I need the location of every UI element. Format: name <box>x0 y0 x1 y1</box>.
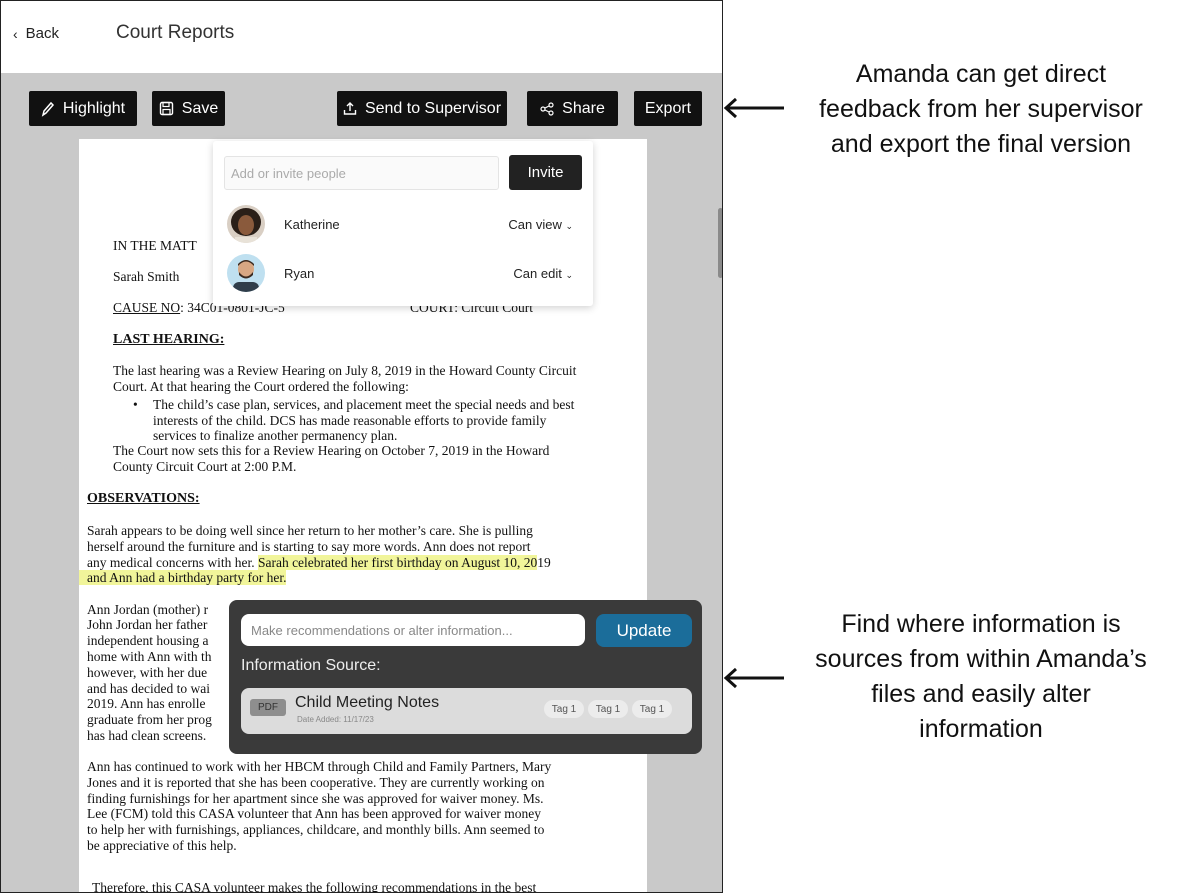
chevron-left-icon: ‹ <box>13 25 18 42</box>
save-icon <box>159 101 173 116</box>
annotation-bottom-line-4: information <box>919 715 1043 743</box>
annotation-bottom-line-3: files and easily alter <box>871 680 1091 708</box>
doc-ann-line-5: however, with her due <box>87 665 208 680</box>
tag-chip[interactable]: Tag 1 <box>544 700 584 718</box>
doc-bullet-line-1: The child’s case plan, services, and pla… <box>153 397 575 412</box>
permission-label: Can view <box>508 217 562 232</box>
share-label: Share <box>562 99 605 117</box>
back-button[interactable]: ‹ Back <box>13 25 59 42</box>
share-icon <box>540 101 554 116</box>
doc-ann-line-7: 2019. Ann has enrolle <box>87 696 206 711</box>
annotation-top: Amanda can get direct feedback from her … <box>785 57 1177 162</box>
highlight-button[interactable]: Highlight <box>29 91 137 126</box>
person-name: Katherine <box>284 217 340 232</box>
send-to-supervisor-button[interactable]: Send to Supervisor <box>337 91 507 126</box>
recommendation-input[interactable]: Make recommendations or alter informatio… <box>241 614 585 646</box>
doc-hbcm-line-2: Jones and it is reported that she has be… <box>87 775 545 790</box>
doc-obs-line-2: herself around the furniture and is star… <box>87 539 531 554</box>
doc-last-hearing-line-2: Court. At that hearing the Court ordered… <box>113 379 409 394</box>
export-button[interactable]: Export <box>634 91 702 126</box>
source-file-card[interactable]: PDF Child Meeting Notes Date Added: 11/1… <box>241 688 692 734</box>
permission-dropdown[interactable]: Can edit ⌄ <box>513 266 573 281</box>
share-popup: Add or invite people Invite Katherine Ca… <box>213 141 593 306</box>
export-label: Export <box>644 99 692 117</box>
annotation-bottom-line-1: Find where information is <box>841 610 1121 638</box>
send-label: Send to Supervisor <box>364 99 502 117</box>
page-title: Court Reports <box>116 22 235 43</box>
doc-obs-line-3: any medical concerns with her. Sarah cel… <box>87 555 551 571</box>
invite-input[interactable]: Add or invite people <box>224 156 499 190</box>
avatar-katherine <box>227 205 265 243</box>
annotation-bottom: Find where information is sources from w… <box>782 607 1180 747</box>
doc-ann-line-9: has had clean screens. <box>87 728 207 743</box>
pencil-icon <box>41 101 54 117</box>
person-row-ryan: Ryan Can edit ⌄ <box>227 254 587 294</box>
doc-ann-line-2: John Jordan her father <box>87 617 208 632</box>
doc-ann-line-1: Ann Jordan (mother) r <box>87 602 209 617</box>
arrow-left-icon <box>723 667 784 689</box>
annotation-top-line-2: feedback from her supervisor <box>819 95 1143 123</box>
annotation-top-line-1: Amanda can get direct <box>855 60 1107 88</box>
pdf-file-icon: PDF <box>250 699 286 716</box>
avatar-ryan <box>227 254 265 292</box>
source-file-name: Child Meeting Notes <box>295 694 440 711</box>
doc-highlighted-text-2[interactable]: and Ann had a birthday party for her. <box>79 570 287 585</box>
doc-ann-line-3: independent housing a <box>87 633 209 648</box>
save-label: Save <box>181 99 219 117</box>
doc-hbcm-line-5: to help her with furnishings, appliances… <box>87 822 545 837</box>
permission-label: Can edit <box>513 266 562 281</box>
doc-obs-line-3-tail: 19 <box>537 555 551 570</box>
doc-therefore-line: Therefore, this CASA volunteer makes the… <box>92 880 537 893</box>
doc-ann-line-6: and has decided to wai <box>87 681 210 696</box>
information-source-label: Information Source: <box>241 657 381 674</box>
doc-ann-line-8: graduate from her prog <box>87 712 212 727</box>
back-label: Back <box>25 25 60 42</box>
annotation-top-line-3: and export the final version <box>830 130 1132 158</box>
doc-bullet-icon: • <box>133 397 138 412</box>
source-date-added: Date Added: 11/17/23 <box>297 715 374 724</box>
scrollbar-thumb[interactable] <box>718 208 722 278</box>
invite-button[interactable]: Invite <box>509 155 582 190</box>
doc-review-line-2: County Circuit Court at 2:00 P.M. <box>113 459 297 474</box>
doc-obs-line-3-plain: any medical concerns with her. <box>87 555 258 570</box>
doc-child-name: Sarah Smith <box>113 269 180 284</box>
doc-review-line-1: The Court now sets this for a Review Hea… <box>113 443 550 458</box>
permission-dropdown[interactable]: Can view ⌄ <box>508 217 573 232</box>
share-button[interactable]: Share <box>527 91 618 126</box>
person-name: Ryan <box>284 266 315 281</box>
doc-last-hearing-line-1: The last hearing was a Review Hearing on… <box>113 363 577 378</box>
doc-obs-line-1: Sarah appears to be doing well since her… <box>87 523 533 538</box>
save-button[interactable]: Save <box>152 91 225 126</box>
doc-matter-line: IN THE MATT <box>113 238 197 253</box>
doc-hbcm-line-4: Lee (FCM) told this CASA volunteer that … <box>87 806 542 821</box>
upload-icon <box>343 102 357 115</box>
doc-hbcm-line-6: be appreciative of this help. <box>87 838 237 853</box>
doc-bullet-line-3: services to finalize another permanency … <box>153 428 398 443</box>
app-window: ‹ Back Court Reports Highlight Save Send… <box>0 0 723 893</box>
doc-last-hearing-heading: LAST HEARING: <box>113 332 225 347</box>
doc-observations-heading: OBSERVATIONS: <box>87 491 200 506</box>
doc-highlighted-text[interactable]: Sarah celebrated her first birthday on A… <box>257 555 538 570</box>
update-button[interactable]: Update <box>596 614 692 647</box>
header-bar: ‹ Back Court Reports <box>1 1 722 73</box>
doc-cause-label: CAUSE NO <box>113 300 181 315</box>
chevron-down-icon: ⌄ <box>565 221 573 231</box>
info-source-popup: Make recommendations or alter informatio… <box>229 600 702 754</box>
doc-obs-line-4: and Ann had a birthday party for her. <box>79 570 287 586</box>
arrow-left-icon <box>723 97 784 119</box>
tag-chip[interactable]: Tag 1 <box>632 700 672 718</box>
doc-hbcm-line-1: Ann has continued to work with her HBCM … <box>87 759 552 774</box>
doc-bullet-line-2: interests of the child. DCS has made rea… <box>153 413 547 428</box>
chevron-down-icon: ⌄ <box>565 270 573 280</box>
doc-ann-line-4: home with Ann with th <box>87 649 212 664</box>
highlight-label: Highlight <box>62 99 126 117</box>
person-row-katherine: Katherine Can view ⌄ <box>227 205 587 245</box>
annotation-bottom-line-2: sources from within Amanda’s <box>815 645 1147 673</box>
doc-hbcm-line-3: finding furnishings for her apartment si… <box>87 791 544 806</box>
tag-chip[interactable]: Tag 1 <box>588 700 628 718</box>
